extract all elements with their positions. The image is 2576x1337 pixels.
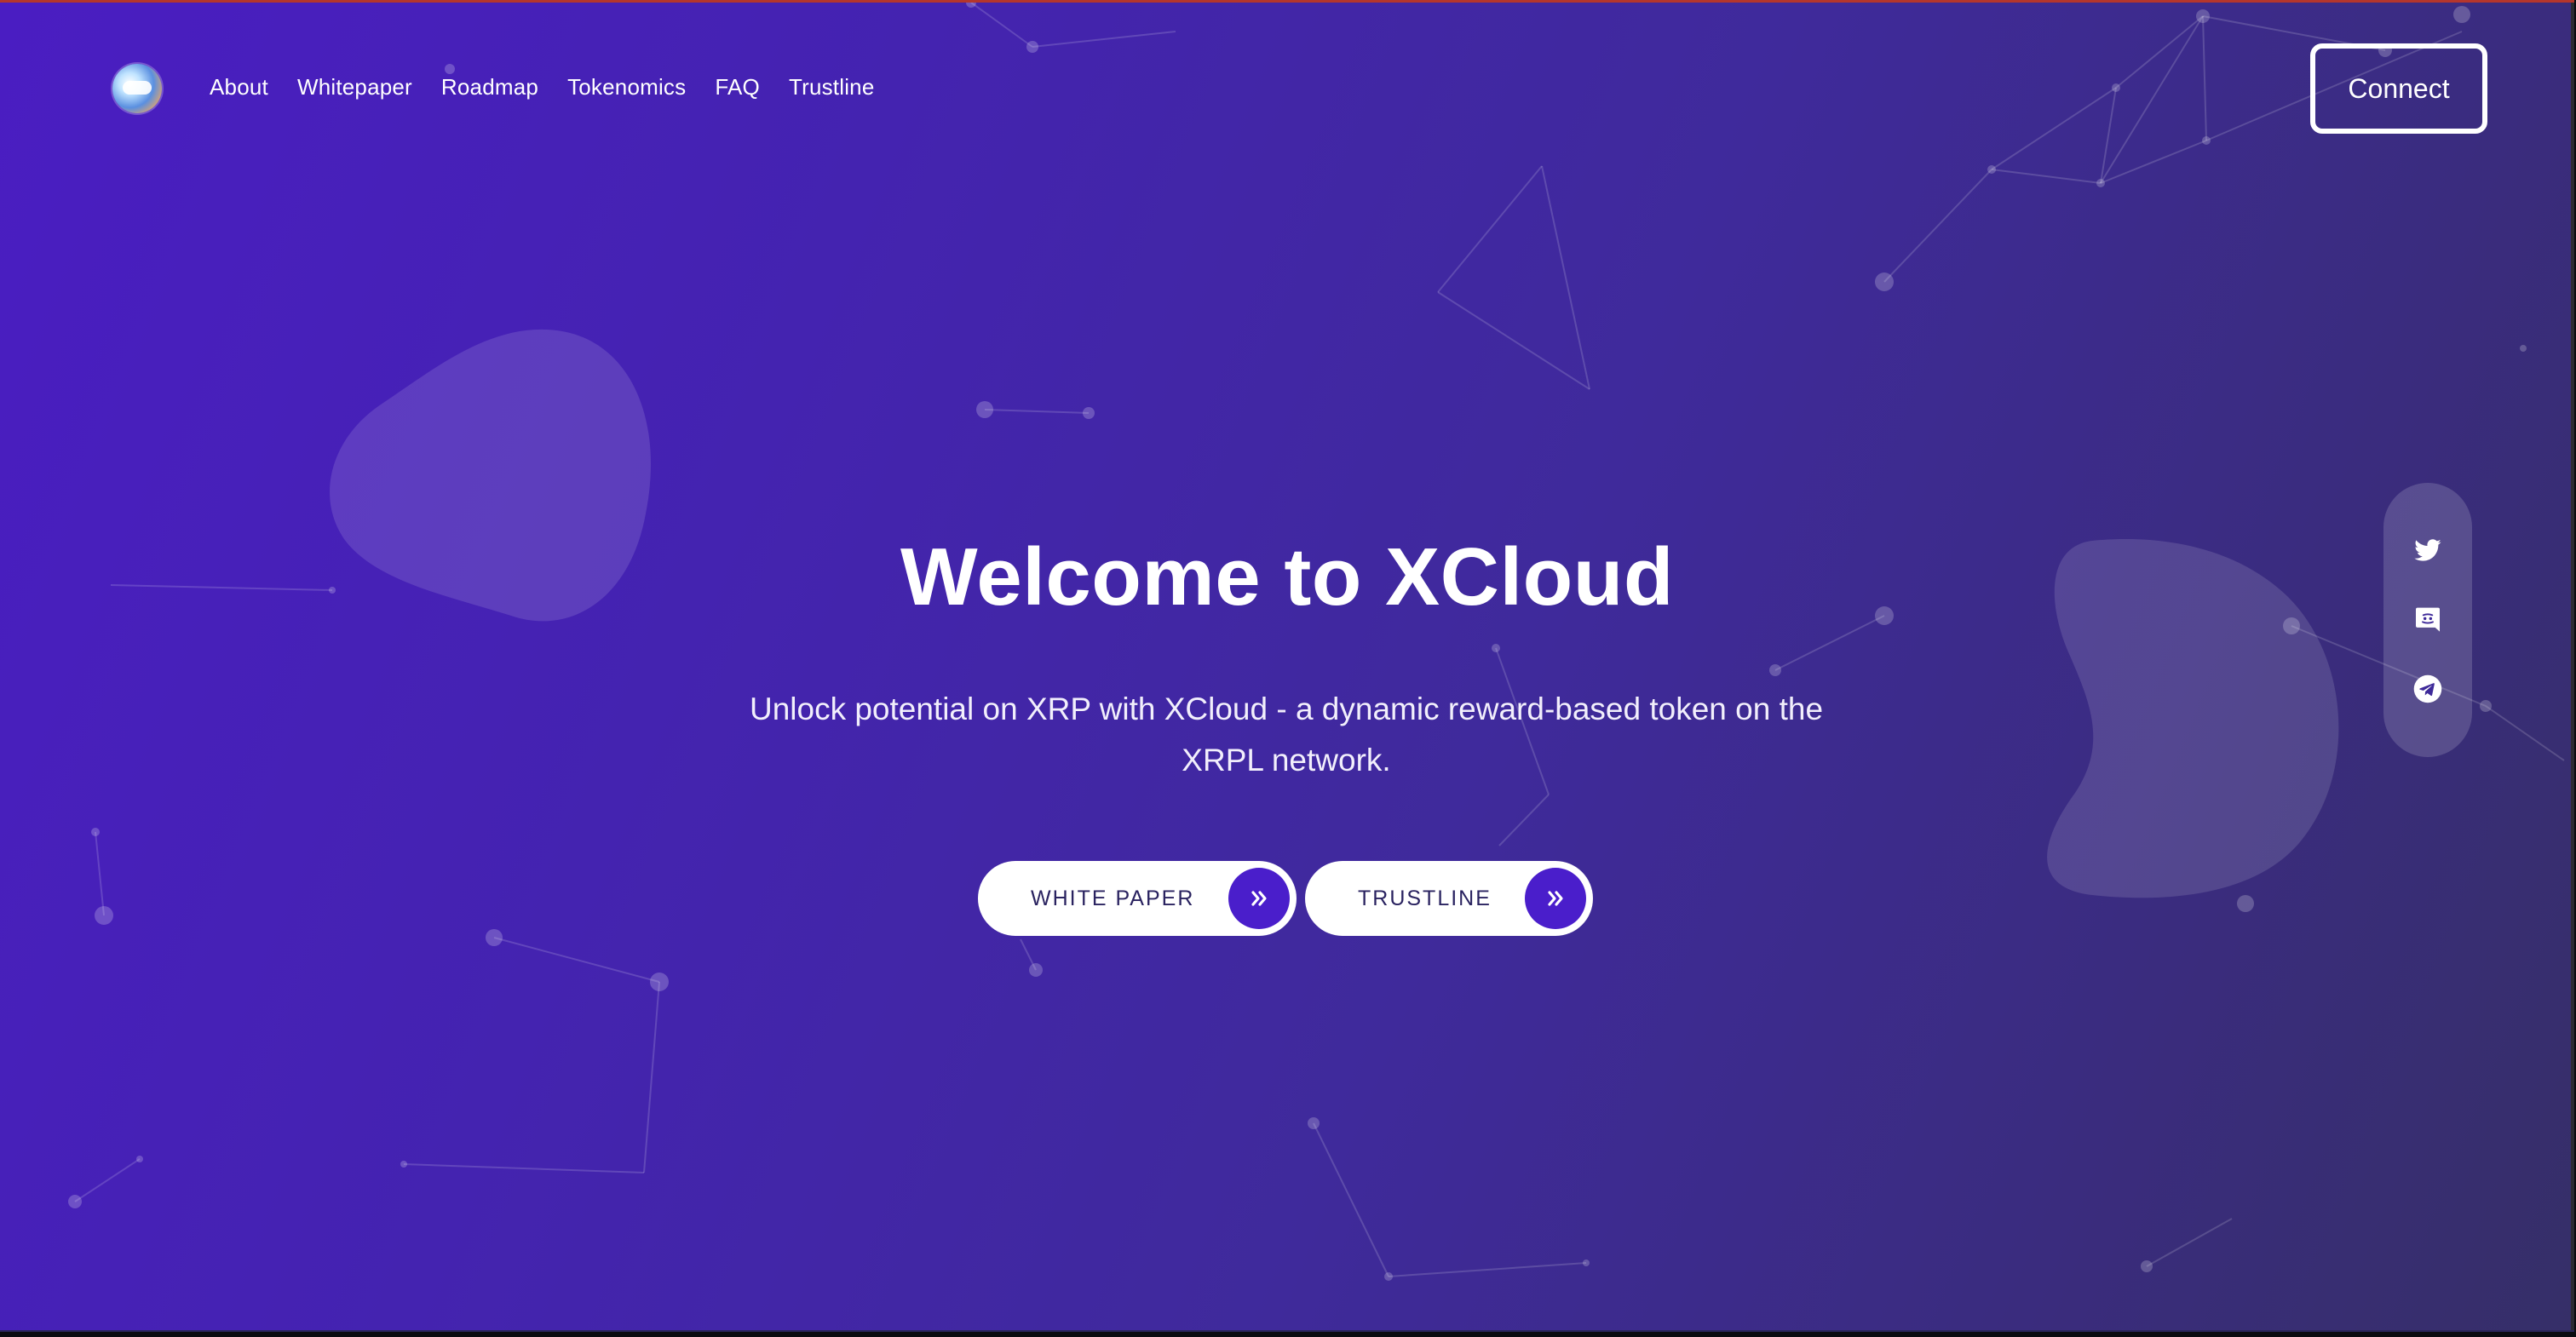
hero-section: About Whitepaper Roadmap Tokenomics FAQ … (0, 0, 2574, 1332)
connect-button[interactable]: Connect (2310, 43, 2487, 134)
telegram-icon[interactable] (2411, 672, 2445, 706)
white-paper-button-label: WHITE PAPER (1031, 886, 1195, 910)
discord-icon[interactable] (2411, 602, 2445, 636)
browser-frame: About Whitepaper Roadmap Tokenomics FAQ … (0, 0, 2576, 1337)
xcloud-logo-icon[interactable] (112, 64, 162, 113)
white-paper-button[interactable]: WHITE PAPER (978, 861, 1297, 936)
double-chevron-right-icon (1525, 868, 1586, 929)
nav-link-whitepaper[interactable]: Whitepaper (297, 74, 412, 100)
trustline-button-label: TRUSTLINE (1358, 886, 1492, 910)
main-nav: About Whitepaper Roadmap Tokenomics FAQ … (210, 74, 904, 100)
twitter-icon[interactable] (2411, 534, 2445, 568)
hero-title: Welcome to XCloud (900, 531, 1675, 623)
nav-link-faq[interactable]: FAQ (715, 74, 760, 100)
nav-link-about[interactable]: About (210, 74, 268, 100)
nav-link-tokenomics[interactable]: Tokenomics (567, 74, 686, 100)
hero-subtitle: Unlock potential on XRP with XCloud - a … (749, 691, 1824, 778)
nav-link-trustline[interactable]: Trustline (789, 74, 875, 100)
scrollbar[interactable] (2571, 3, 2574, 1330)
double-chevron-right-icon (1228, 868, 1290, 929)
social-sidebar (2383, 483, 2472, 757)
trustline-button[interactable]: TRUSTLINE (1305, 861, 1593, 936)
nav-link-roadmap[interactable]: Roadmap (441, 74, 538, 100)
